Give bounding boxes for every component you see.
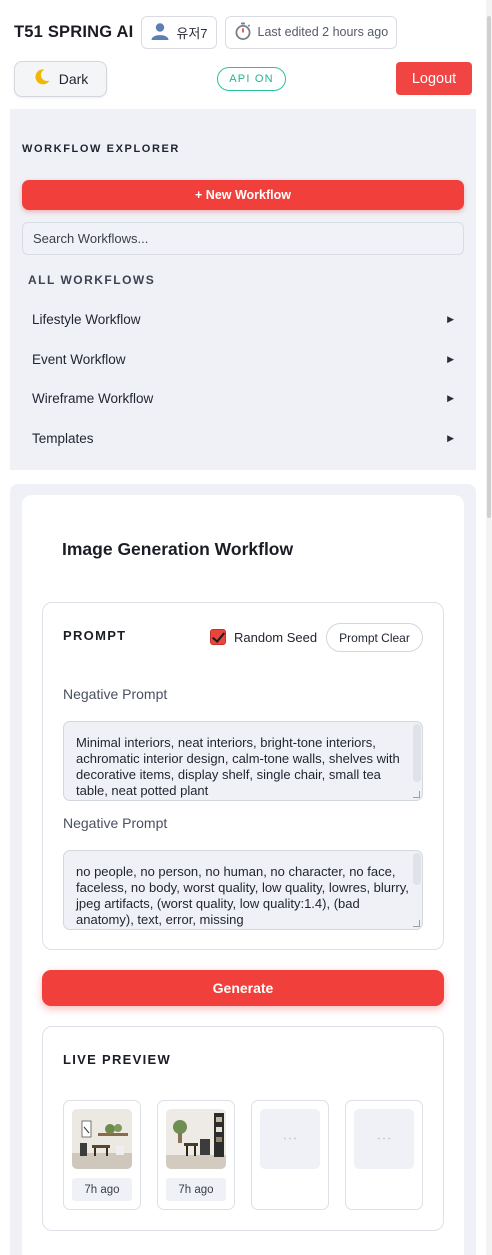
expand-arrow-icon: ▶ (447, 393, 454, 404)
page-scrollbar[interactable] (486, 0, 492, 1255)
workflow-list: Lifestyle Workflow ▶ Event Workflow ▶ Wi… (22, 300, 464, 458)
prompt-section-label: PROMPT (63, 628, 127, 643)
positive-prompt-textarea[interactable]: Minimal interiors, neat interiors, brigh… (63, 721, 423, 801)
user-chip[interactable]: 유저7 (141, 15, 217, 49)
prompt-field-label: Negative Prompt (63, 686, 168, 702)
resize-grip-icon[interactable] (413, 791, 420, 798)
header-actions: Dark API ON Logout (14, 61, 472, 97)
negative-prompt-text: no people, no person, no human, no chara… (76, 864, 409, 927)
preview-placeholder (251, 1100, 329, 1210)
preview-placeholder (345, 1100, 423, 1210)
page-scrollbar-thumb[interactable] (487, 16, 491, 518)
preview-thumbnail[interactable]: 7h ago (63, 1100, 141, 1210)
theme-label: Dark (58, 71, 89, 87)
textarea-scrollbar[interactable] (413, 853, 421, 885)
live-preview-label: LIVE PREVIEW (63, 1052, 172, 1067)
loading-dots-icon (378, 1137, 390, 1140)
stopwatch-icon (234, 22, 252, 43)
textarea-scrollbar[interactable] (413, 724, 421, 782)
last-edited-text: Last edited 2 hours ago (257, 25, 389, 39)
workflow-item-wireframe[interactable]: Wireframe Workflow ▶ (22, 379, 464, 419)
prompt-clear-button[interactable]: Prompt Clear (326, 623, 423, 652)
expand-arrow-icon: ▶ (447, 353, 454, 364)
preview-image[interactable] (72, 1109, 132, 1169)
preview-image[interactable] (166, 1109, 226, 1169)
workflow-item-event[interactable]: Event Workflow ▶ (22, 340, 464, 380)
negative-prompt-label: Negative Prompt (63, 815, 168, 831)
app-title: T51 SPRING AI (14, 22, 134, 41)
negative-prompt-textarea[interactable]: no people, no person, no human, no chara… (63, 850, 423, 930)
preview-time: 7h ago (166, 1178, 226, 1201)
placeholder-image (260, 1109, 320, 1169)
workflow-item-templates[interactable]: Templates ▶ (22, 419, 464, 459)
user-icon (150, 22, 170, 43)
last-edited-chip: Last edited 2 hours ago (224, 15, 398, 49)
all-workflows-label: ALL WORKFLOWS (28, 273, 156, 287)
expand-arrow-icon: ▶ (447, 432, 454, 443)
top-header: T51 SPRING AI 유저7 Last edited 2 hours ag… (14, 15, 478, 49)
workflow-item-label: Event Workflow (32, 351, 126, 367)
logout-button[interactable]: Logout (396, 62, 472, 95)
user-name: 유저7 (176, 25, 208, 41)
workflow-item-label: Lifestyle Workflow (32, 312, 141, 328)
loading-dots-icon (284, 1137, 296, 1140)
resize-grip-icon[interactable] (413, 920, 420, 927)
generate-button[interactable]: Generate (42, 970, 444, 1006)
workflow-item-lifestyle[interactable]: Lifestyle Workflow ▶ (22, 300, 464, 340)
expand-arrow-icon: ▶ (447, 314, 454, 325)
new-workflow-button[interactable]: + New Workflow (22, 180, 464, 210)
theme-toggle-button[interactable]: Dark (14, 61, 107, 97)
random-seed-checkbox[interactable] (210, 629, 226, 645)
random-seed-label: Random Seed (234, 629, 318, 645)
workflow-card: Image Generation Workflow PROMPT Random … (22, 495, 464, 1255)
moon-icon (33, 68, 51, 91)
random-seed-toggle[interactable]: Random Seed (210, 629, 317, 645)
workflow-item-label: Wireframe Workflow (32, 391, 154, 407)
search-workflows-input[interactable] (22, 222, 464, 255)
workflow-explorer: WORKFLOW EXPLORER + New Workflow ALL WOR… (10, 109, 476, 470)
api-status-badge: API ON (217, 67, 286, 91)
prompt-text: Minimal interiors, neat interiors, brigh… (76, 735, 400, 798)
workflow-item-label: Templates (32, 430, 94, 446)
live-preview-panel: LIVE PREVIEW 7h ago 7h ago (42, 1026, 444, 1231)
placeholder-image (354, 1109, 414, 1169)
preview-thumbnail[interactable]: 7h ago (157, 1100, 235, 1210)
prompt-panel: PROMPT Random Seed Prompt Clear Negative… (42, 602, 444, 950)
workflow-title: Image Generation Workflow (62, 539, 294, 559)
explorer-title: WORKFLOW EXPLORER (22, 143, 180, 155)
preview-time: 7h ago (72, 1178, 132, 1201)
